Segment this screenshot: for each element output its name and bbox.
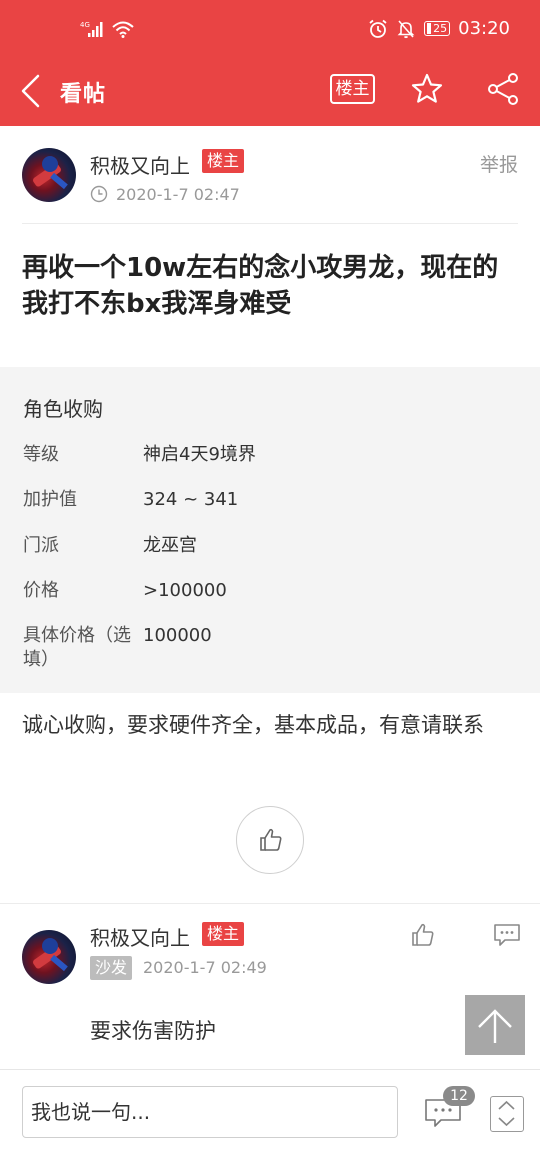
comment-count-badge: 12 (443, 1086, 475, 1106)
page-title: 看帖 (60, 82, 107, 107)
reply-avatar[interactable] (22, 930, 76, 984)
thumbs-up-icon (260, 828, 282, 851)
post-body: 诚心收购，要求硬件齐全，基本成品，有意请联系 (22, 713, 484, 737)
report-link[interactable]: 举报 (480, 150, 518, 177)
mute-bell-icon (397, 19, 415, 38)
owner-tag: 楼主 (202, 149, 245, 173)
listing-type: 角色收购 (23, 397, 103, 421)
info-value: 龙巫宫 (143, 535, 197, 556)
reply-like-button[interactable] (410, 922, 438, 950)
info-label: 价格 (23, 580, 59, 601)
divider (22, 223, 518, 224)
cellular-signal-icon: 4G (80, 21, 103, 37)
reply-owner-tag: 楼主 (202, 922, 245, 946)
reply-content: 要求伤害防护 (90, 1019, 216, 1043)
share-icon (488, 73, 518, 105)
reply-author-name[interactable]: 积极又向上 (90, 922, 190, 951)
scroll-to-top-button[interactable] (465, 995, 525, 1055)
info-label: 加护值 (23, 489, 77, 510)
post-title: 再收一个10w左右的念小攻男龙，现在的我打不东bx我浑身难受 (22, 253, 499, 319)
like-button[interactable] (236, 806, 304, 874)
reply-time: 2020-1-7 02:49 (143, 958, 267, 977)
battery-icon: 25 (424, 21, 451, 36)
info-value: 324 ~ 341 (143, 489, 239, 510)
clock: 03:20 (458, 18, 510, 39)
avatar[interactable] (22, 148, 76, 202)
status-bar: 4G 25 03:20 (0, 0, 540, 58)
info-value: >100000 (143, 580, 227, 601)
favorite-button[interactable] (410, 72, 444, 106)
page-jump-button[interactable] (490, 1096, 524, 1132)
info-value: 100000 (143, 625, 212, 646)
post-time: 2020-1-7 02:47 (116, 185, 240, 204)
floor-tag: 沙发 (90, 956, 133, 980)
network-type-label: 4G (80, 21, 90, 29)
app-header: 看帖 楼主 (0, 58, 540, 126)
alarm-icon (369, 19, 387, 38)
status-right: 25 03:20 (368, 18, 510, 39)
chevron-up-down-icon (498, 1100, 515, 1127)
info-label: 等级 (23, 444, 59, 465)
arrow-up-icon (478, 1009, 512, 1043)
reply-comment-button[interactable] (492, 922, 522, 948)
listing-info-block: 角色收购 等级 神启4天9境界 加护值 324 ~ 341 门派 龙巫宫 价格 … (0, 367, 540, 693)
info-label: 门派 (23, 535, 59, 556)
info-label: 具体价格（选填） (23, 625, 131, 670)
star-icon (411, 73, 443, 103)
back-button[interactable] (18, 72, 48, 112)
wifi-icon (112, 21, 134, 38)
thumbs-up-icon (412, 923, 434, 946)
signal-indicators: 4G (80, 20, 134, 38)
section-separator (0, 903, 540, 904)
share-button[interactable] (486, 72, 520, 106)
bottom-bar: 我也说一句... 12 (0, 1069, 540, 1155)
comment-icon (494, 924, 520, 946)
author-name[interactable]: 积极又向上 (90, 150, 190, 179)
comment-input[interactable]: 我也说一句... (22, 1086, 398, 1138)
battery-level: 25 (433, 22, 448, 35)
chevron-left-icon (21, 74, 40, 108)
clock-icon (90, 185, 108, 203)
info-value: 神启4天9境界 (143, 444, 256, 465)
owner-only-button[interactable]: 楼主 (330, 74, 375, 104)
